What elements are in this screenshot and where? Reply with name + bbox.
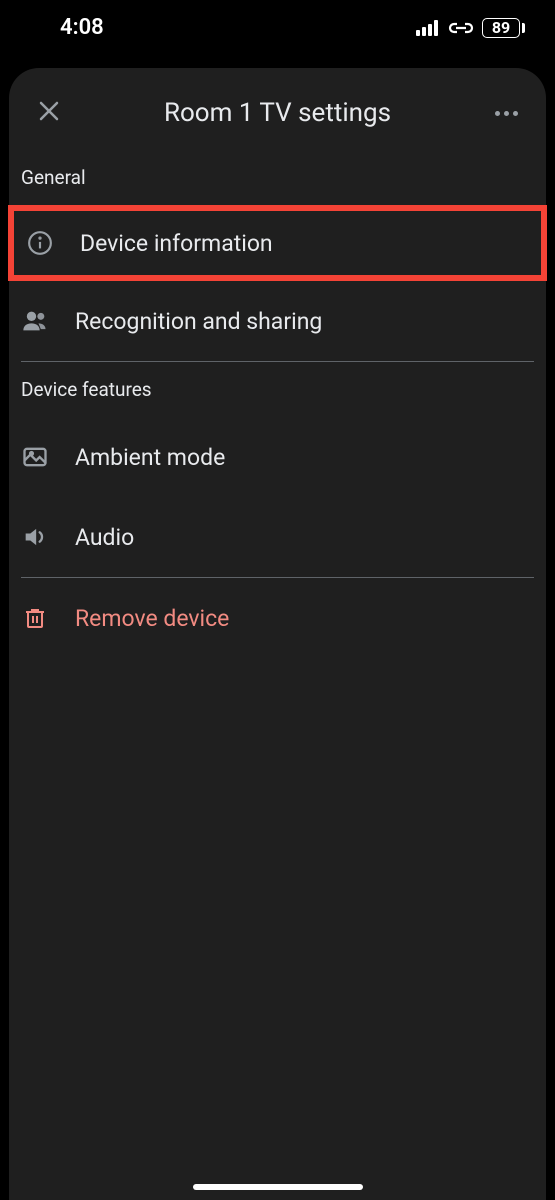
status-bar: 4:08 89 (0, 0, 555, 55)
row-label: Audio (75, 524, 134, 551)
battery-indicator: 89 (482, 18, 525, 38)
row-label: Recognition and sharing (75, 308, 322, 335)
row-recognition-sharing[interactable]: Recognition and sharing (9, 281, 546, 361)
row-ambient-mode[interactable]: Ambient mode (9, 417, 546, 497)
more-options-button[interactable] (484, 91, 528, 135)
speaker-icon (21, 523, 49, 551)
section-label-features: Device features (9, 362, 546, 417)
close-button[interactable] (27, 91, 71, 135)
row-label: Device information (80, 230, 273, 257)
row-label: Remove device (75, 605, 229, 632)
image-icon (21, 443, 49, 471)
page-title: Room 1 TV settings (71, 98, 484, 128)
home-indicator[interactable] (193, 1184, 363, 1190)
row-device-information[interactable]: Device information (14, 211, 541, 275)
battery-level: 89 (482, 18, 520, 38)
trash-icon (21, 604, 49, 632)
more-horizontal-icon (495, 111, 518, 116)
cellular-signal-icon (416, 20, 440, 36)
sheet-header: Room 1 TV settings (9, 68, 546, 158)
link-icon (448, 20, 474, 36)
row-label: Ambient mode (75, 444, 225, 471)
close-icon (37, 99, 61, 127)
settings-sheet: Room 1 TV settings General Device inform… (9, 68, 546, 1200)
people-icon (21, 307, 49, 335)
status-icons: 89 (416, 18, 525, 38)
row-audio[interactable]: Audio (9, 497, 546, 577)
status-time: 4:08 (60, 15, 104, 40)
highlight-annotation: Device information (8, 205, 547, 281)
row-remove-device[interactable]: Remove device (9, 578, 546, 658)
info-icon (26, 229, 54, 257)
section-label-general: General (9, 158, 546, 205)
